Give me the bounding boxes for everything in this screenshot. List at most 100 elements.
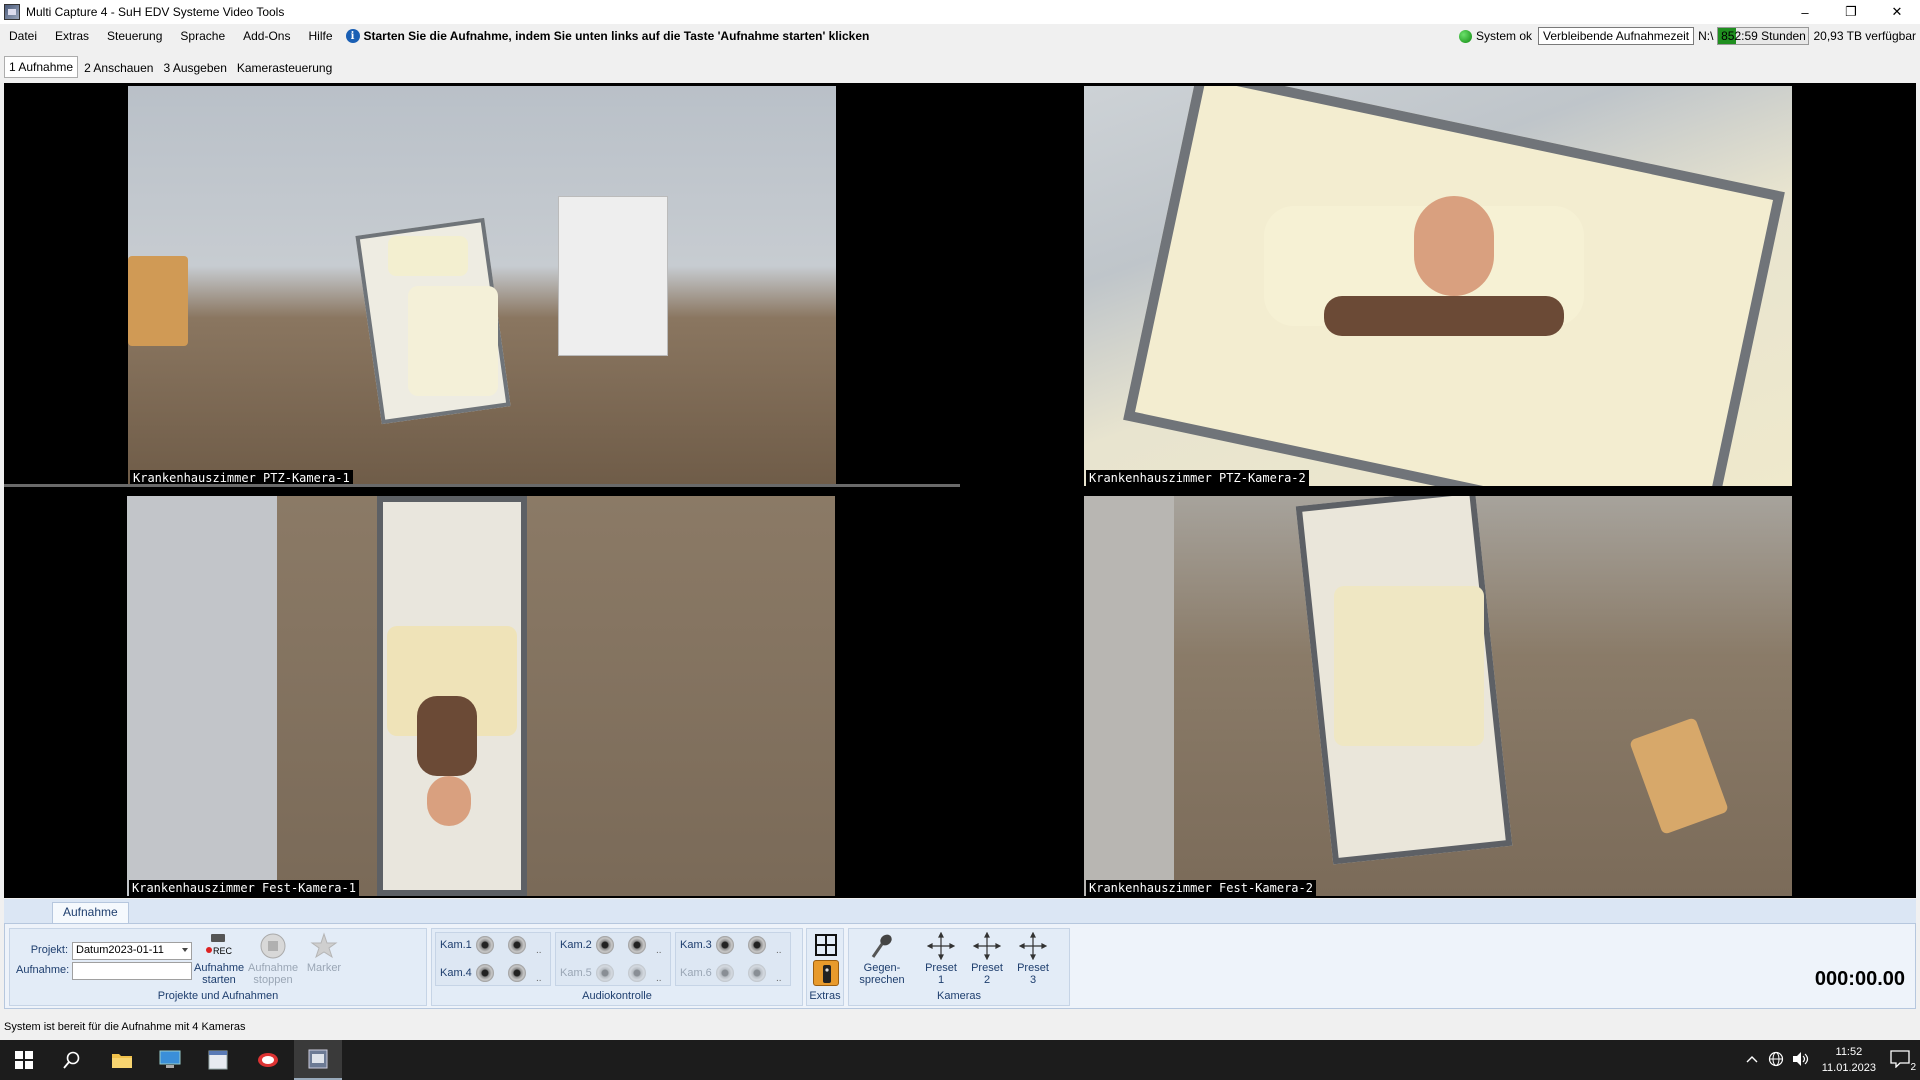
- status-line: System ist bereit für die Aufnahme mit 4…: [4, 1021, 246, 1033]
- audio-kam-5-more[interactable]: ..: [656, 973, 662, 984]
- preset-1-button[interactable]: Preset 1: [921, 931, 961, 986]
- chevron-up-icon[interactable]: [1746, 1054, 1758, 1066]
- window-title: Multi Capture 4 - SuH EDV Systeme Video …: [26, 5, 285, 19]
- notification-icon[interactable]: 2: [1890, 1049, 1916, 1073]
- rec-text: REC: [213, 946, 233, 956]
- intercom-label: Gegen-sprechen: [859, 962, 905, 986]
- preset-2-button[interactable]: Preset 2: [967, 931, 1007, 986]
- taskbar-app-window[interactable]: [194, 1040, 242, 1080]
- project-select[interactable]: Datum2023-01-11: [72, 942, 192, 960]
- audio-kam-4-volume-knob[interactable]: [476, 964, 494, 982]
- preset-1-label: Preset 1: [925, 962, 957, 986]
- camera-view-fest-1[interactable]: Krankenhauszimmer Fest-Kamera-1: [127, 496, 835, 896]
- audio-kam-3-more[interactable]: ..: [776, 945, 782, 956]
- audio-kam-5-volume-knob[interactable]: [596, 964, 614, 982]
- tab-kamerasteuerung[interactable]: Kamerasteuerung: [233, 58, 336, 78]
- manikin-head-shape: [427, 776, 471, 826]
- audio-kam-6-more[interactable]: ..: [776, 973, 782, 984]
- menu-sprache[interactable]: Sprache: [171, 29, 234, 43]
- manikin-shirt-shape: [1324, 296, 1564, 336]
- menu-steuerung[interactable]: Steuerung: [98, 29, 171, 43]
- network-icon[interactable]: [1768, 1051, 1784, 1070]
- move-arrows-svg: [972, 931, 1002, 961]
- remaining-time-bar: 852:59 Stunden: [1717, 27, 1810, 45]
- close-button[interactable]: ✕: [1874, 0, 1920, 24]
- audio-kam-5-gain-knob[interactable]: [628, 964, 646, 982]
- start-recording-button[interactable]: REC Aufnahme starten: [194, 932, 244, 986]
- camera-view-ptz-1[interactable]: Krankenhauszimmer PTZ-Kamera-1: [128, 86, 836, 486]
- clock[interactable]: 11:52 11.01.2023: [1822, 1044, 1876, 1076]
- audio-kam-5-label: Kam.5: [560, 967, 592, 979]
- move-arrows-icon: [1018, 931, 1048, 961]
- manikin-shirt-shape: [417, 696, 477, 776]
- project-value: Datum2023-01-11: [76, 944, 164, 956]
- group-audio: Kam.1 .. Kam.2 .. Kam.3 .. Kam.4 .. Kam.…: [431, 928, 803, 1006]
- menu-add-ons[interactable]: Add-Ons: [234, 29, 299, 43]
- record-icon: REC: [205, 932, 233, 960]
- app-window-icon: [208, 1050, 228, 1070]
- recording-input[interactable]: [72, 962, 192, 980]
- intercom-button[interactable]: Gegen-sprechen: [855, 932, 909, 986]
- camera-view-fest-2[interactable]: Krankenhauszimmer Fest-Kamera-2: [1084, 496, 1792, 896]
- marker-button[interactable]: Marker: [302, 932, 346, 974]
- info-text: Starten Sie die Aufnahme, indem Sie unte…: [363, 29, 870, 43]
- audio-kam-1-more[interactable]: ..: [536, 945, 542, 956]
- group-projects: Projekt: Datum2023-01-11 Aufnahme: REC A…: [9, 928, 427, 1006]
- audio-kam-6-volume-knob[interactable]: [716, 964, 734, 982]
- windows-icon: [15, 1051, 33, 1069]
- taskbar: 11:52 11.01.2023 2: [0, 1040, 1920, 1080]
- selection-divider: [4, 484, 960, 487]
- group-caption-cameras: Kameras: [936, 990, 982, 1002]
- audio-kam-2-volume-knob[interactable]: [596, 936, 614, 954]
- audio-kam-2-gain-knob[interactable]: [628, 936, 646, 954]
- camera-view-ptz-2[interactable]: Krankenhauszimmer PTZ-Kamera-2: [1084, 86, 1792, 486]
- group-caption-projects: Projekte und Aufnahmen: [157, 990, 279, 1002]
- preset-3-button[interactable]: Preset 3: [1013, 931, 1053, 986]
- blanket-shape: [1334, 586, 1484, 746]
- taskbar-multi-capture[interactable]: [294, 1040, 342, 1080]
- audio-kam-1-volume-knob[interactable]: [476, 936, 494, 954]
- taskbar-file-explorer[interactable]: [98, 1040, 146, 1080]
- audio-kam-2-more[interactable]: ..: [656, 945, 662, 956]
- stop-recording-label: Aufnahme stoppen: [248, 962, 299, 986]
- menu-hilfe[interactable]: Hilfe: [299, 29, 341, 43]
- menu-datei[interactable]: Datei: [0, 29, 46, 43]
- audio-kam-6-gain-knob[interactable]: [748, 964, 766, 982]
- minimize-button[interactable]: –: [1782, 0, 1828, 24]
- preset-2-label: Preset 2: [971, 962, 1003, 986]
- audio-kam-4-gain-knob[interactable]: [508, 964, 526, 982]
- audio-kam-3-gain-knob[interactable]: [748, 936, 766, 954]
- video-grid: Krankenhauszimmer PTZ-Kamera-1 Krankenha…: [4, 83, 1916, 898]
- recording-timer: 000:00.00: [1814, 968, 1905, 990]
- app-icon: [4, 4, 20, 20]
- stop-recording-button[interactable]: Aufnahme stoppen: [248, 932, 298, 986]
- remaining-time-label: Verbleibende Aufnahmezeit: [1538, 27, 1695, 45]
- remote-control-icon[interactable]: [813, 960, 839, 986]
- audio-kam-1-gain-knob[interactable]: [508, 936, 526, 954]
- move-arrows-svg: [1018, 931, 1048, 961]
- move-arrows-svg: [926, 931, 956, 961]
- tab-anschauen[interactable]: 2 Anschauen: [80, 58, 157, 78]
- audio-kam-4-more[interactable]: ..: [536, 973, 542, 984]
- audio-kam-3-volume-knob[interactable]: [716, 936, 734, 954]
- taskbar-camera-app[interactable]: [244, 1040, 292, 1080]
- wall-shape: [127, 496, 277, 896]
- start-button[interactable]: [0, 1040, 48, 1080]
- grid-layout-icon[interactable]: [815, 934, 837, 956]
- stop-icon: [259, 932, 287, 960]
- volume-icon[interactable]: [1792, 1051, 1810, 1070]
- maximize-button[interactable]: ❐: [1828, 0, 1874, 24]
- move-arrows-icon: [926, 931, 956, 961]
- menu-extras[interactable]: Extras: [46, 29, 98, 43]
- taskbar-remote-desktop[interactable]: [146, 1040, 194, 1080]
- remote-svg: [823, 965, 831, 983]
- camera-app-icon: [258, 1053, 278, 1067]
- group-caption-audio: Audiokontrolle: [582, 990, 652, 1002]
- recording-label: Aufnahme:: [16, 964, 70, 976]
- tab-aufnahme[interactable]: 1 Aufnahme: [4, 56, 79, 78]
- ribbon-tab-aufnahme[interactable]: Aufnahme: [52, 902, 129, 923]
- tab-ausgeben[interactable]: 3 Ausgeben: [159, 58, 230, 78]
- search-button[interactable]: [48, 1040, 96, 1080]
- multi-capture-icon: [308, 1049, 328, 1069]
- monitor-icon: [159, 1050, 181, 1068]
